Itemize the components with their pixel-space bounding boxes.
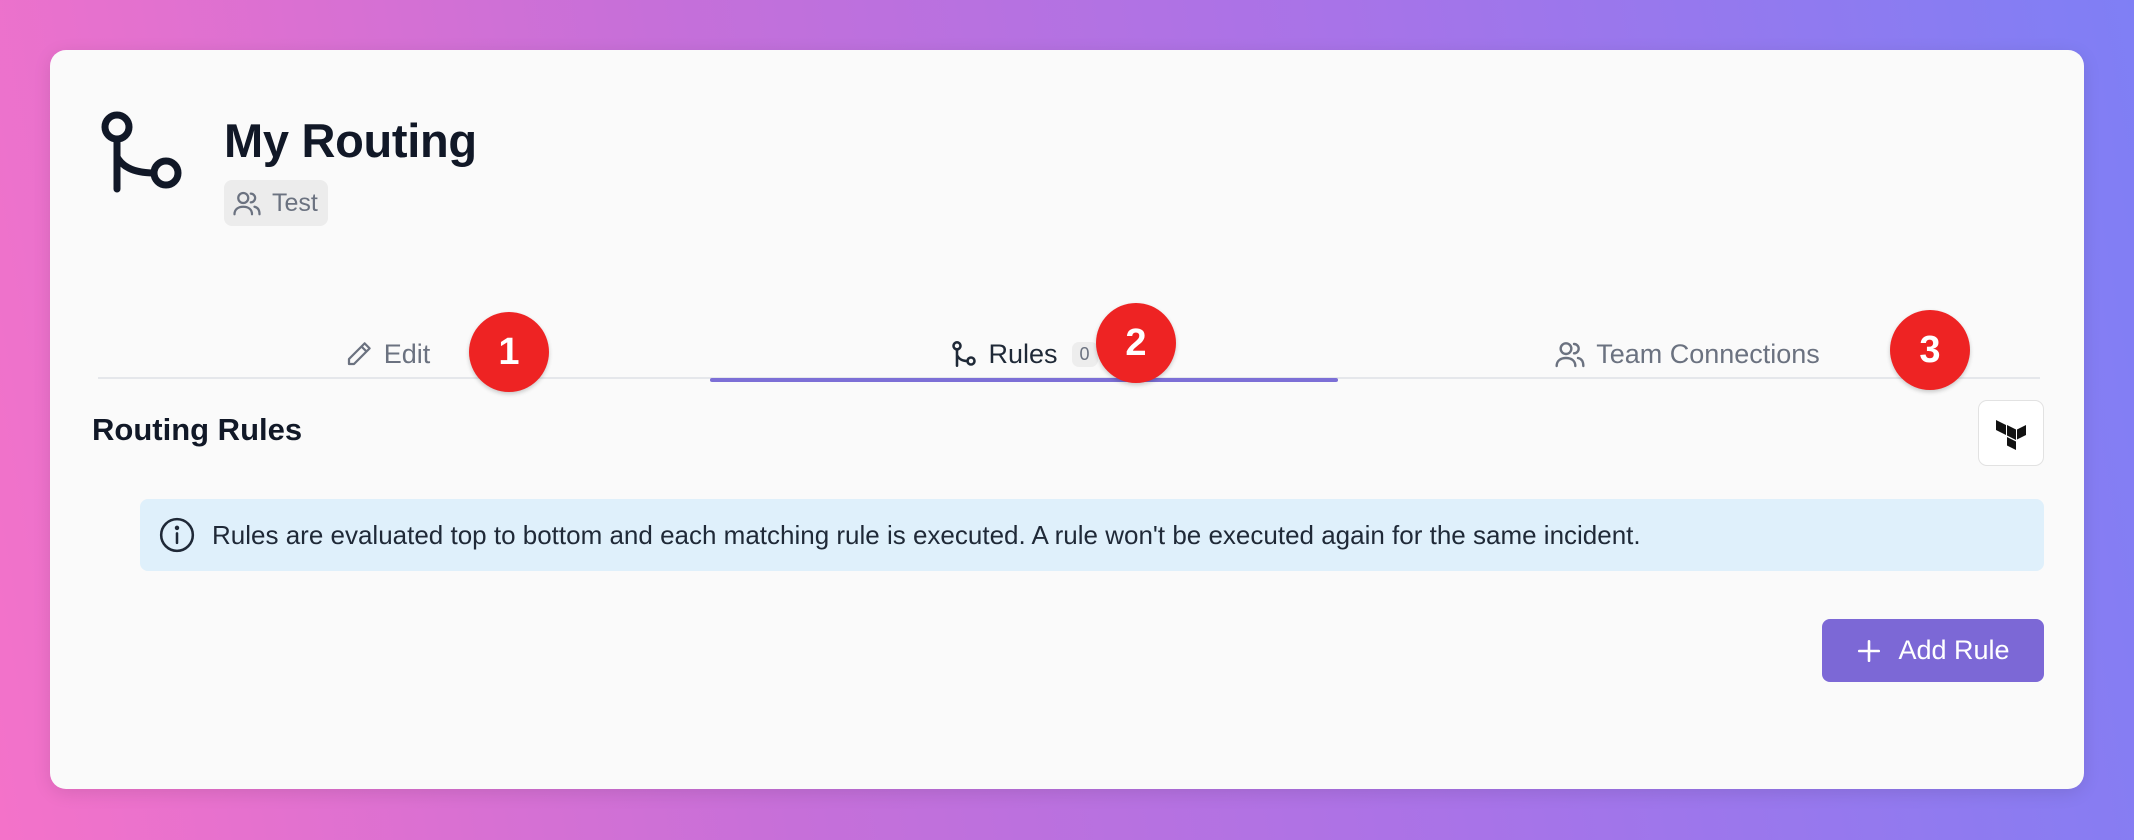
team-chip-label: Test bbox=[272, 188, 318, 217]
tab-edit[interactable]: Edit bbox=[98, 328, 676, 380]
route-icon bbox=[952, 341, 977, 367]
annotation-marker-2: 2 bbox=[1096, 303, 1176, 383]
annotation-marker-1: 1 bbox=[469, 312, 549, 392]
tab-edit-label: Edit bbox=[383, 338, 431, 369]
tab-rules-label: Rules bbox=[988, 338, 1058, 369]
rules-count-badge: 0 bbox=[1071, 341, 1098, 367]
page-title: My Routing bbox=[224, 114, 477, 167]
info-text: Rules are evaluated top to bottom and ea… bbox=[212, 519, 1641, 550]
tab-bar: Edit Rules 0 Team Connections 1 2 3 bbox=[98, 240, 2040, 392]
users-icon bbox=[1555, 342, 1585, 368]
plus-icon bbox=[1858, 639, 1881, 662]
section-title: Routing Rules bbox=[92, 412, 303, 447]
terraform-button[interactable] bbox=[1978, 400, 2044, 466]
add-rule-label: Add Rule bbox=[1898, 635, 2010, 665]
terraform-icon bbox=[1996, 420, 2026, 450]
info-icon bbox=[159, 517, 195, 553]
route-icon bbox=[101, 111, 182, 193]
pencil-icon bbox=[347, 342, 371, 366]
add-rule-button[interactable]: Add Rule bbox=[1822, 619, 2044, 682]
users-icon bbox=[233, 191, 261, 216]
team-chip[interactable]: Test bbox=[224, 180, 328, 226]
routing-card: My Routing Test Edit Rules 0 Team Connec… bbox=[50, 50, 2084, 789]
page-header: My Routing Test bbox=[96, 105, 477, 226]
tab-team-connections-label: Team Connections bbox=[1596, 338, 1820, 369]
info-banner: Rules are evaluated top to bottom and ea… bbox=[140, 499, 2044, 571]
tab-rules[interactable]: Rules 0 bbox=[710, 328, 1338, 382]
annotation-marker-3: 3 bbox=[1890, 310, 1970, 390]
